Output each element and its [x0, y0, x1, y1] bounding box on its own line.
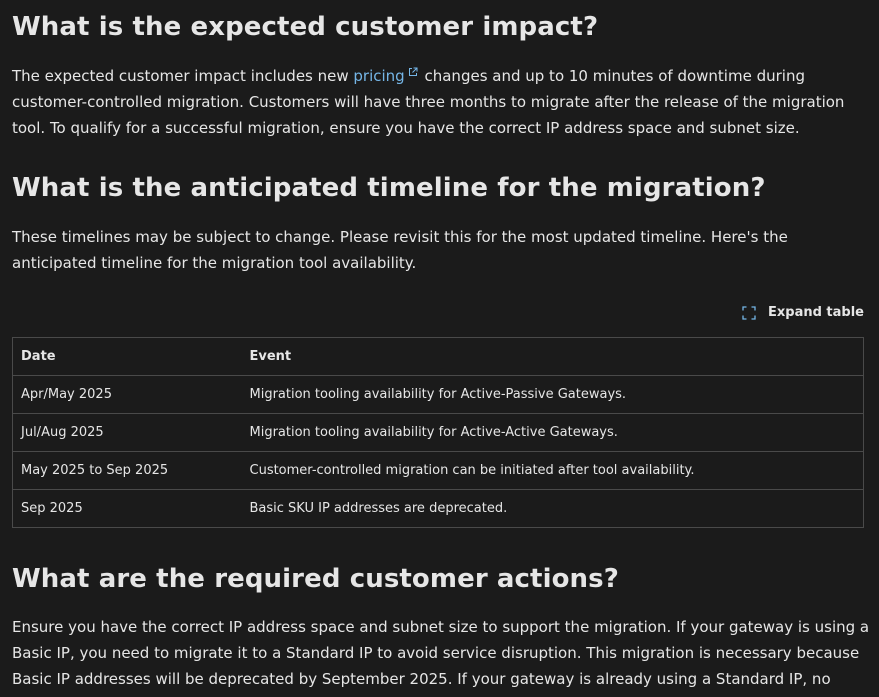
pricing-link[interactable]: pricing: [353, 67, 419, 85]
column-header-event: Event: [241, 337, 864, 376]
table-cell-event: Migration tooling availability for Activ…: [241, 413, 864, 452]
heading-customer-impact: What is the expected customer impact?: [12, 12, 599, 42]
table-row: Apr/May 2025 Migration tooling availabil…: [12, 375, 864, 414]
table-cell-event: Customer-controlled migration can be ini…: [241, 451, 864, 490]
table-row: Sep 2025 Basic SKU IP addresses are depr…: [12, 489, 864, 528]
heading-timeline: What is the anticipated timeline for the…: [12, 173, 766, 203]
paragraph-customer-actions: Ensure you have the correct IP address s…: [12, 618, 870, 697]
paragraph-timeline: These timelines may be subject to change…: [12, 228, 788, 272]
table-cell-date: Jul/Aug 2025: [12, 413, 242, 452]
column-header-date: Date: [12, 337, 242, 376]
table-cell-date: Apr/May 2025: [12, 375, 242, 414]
table-cell-date: May 2025 to Sep 2025: [12, 451, 242, 490]
timeline-table: Date Event Apr/May 2025 Migration toolin…: [12, 337, 864, 528]
paragraph-customer-impact: The expected customer impact includes ne…: [12, 63, 868, 141]
expand-table-button[interactable]: Expand table: [742, 305, 864, 320]
expand-icon: [742, 305, 756, 320]
table-cell-date: Sep 2025: [12, 489, 242, 528]
heading-customer-actions: What are the required customer actions?: [12, 564, 619, 594]
expand-table-label[interactable]: Expand table: [768, 305, 864, 320]
table-header-row: Date Event: [12, 337, 864, 376]
table-cell-event: Basic SKU IP addresses are deprecated.: [241, 489, 864, 528]
table-cell-event: Migration tooling availability for Activ…: [241, 375, 864, 414]
external-link-icon: [408, 67, 418, 76]
pricing-link-text[interactable]: pricing: [353, 67, 404, 85]
paragraph-text-start: The expected customer impact includes ne…: [12, 67, 354, 85]
table-row: Jul/Aug 2025 Migration tooling availabil…: [12, 413, 864, 452]
table-row: May 2025 to Sep 2025 Customer-controlled…: [12, 451, 864, 490]
